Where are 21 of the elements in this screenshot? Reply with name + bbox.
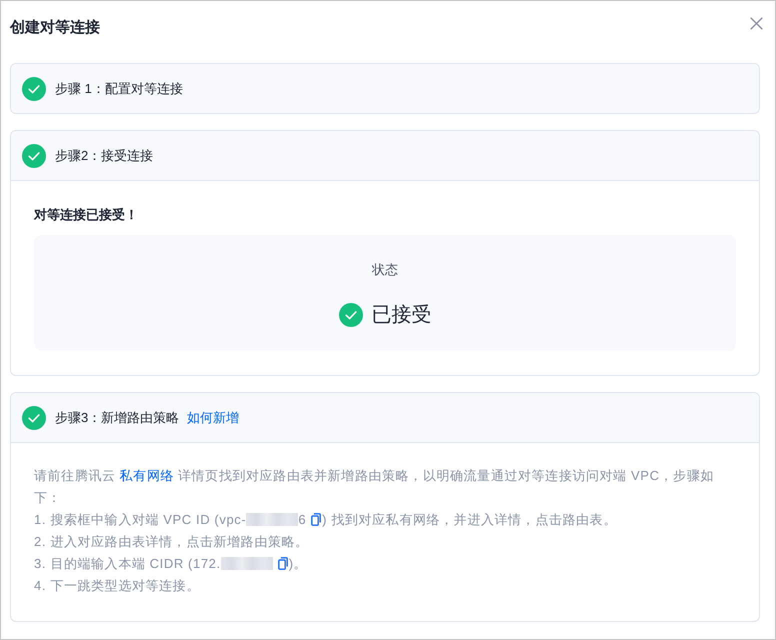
section-heading: 对等连接已接受！ xyxy=(34,206,139,224)
status-value: 已接受 xyxy=(372,303,432,328)
instruction-text: 请前往腾讯云 私有网络 详情页找到对应路由表并新增路由策略，以明确流量通过对等连接访问对端 VPC，步骤如下： xyxy=(34,467,715,507)
step-title: 步骤2：接受连接 xyxy=(55,146,154,164)
instruction-step: 2. 进入对应路由表详情，点击新增路由策略。 xyxy=(34,531,736,553)
redacted-block xyxy=(246,513,298,526)
help-link[interactable]: 如何新增 xyxy=(187,408,240,426)
step-title: 步骤3：新增路由策略 xyxy=(55,408,180,426)
step-title: 步骤 1：配置对等连接 xyxy=(55,80,183,98)
instruction-step: 1. 搜索框中输入对端 VPC ID (vpc- 6 ) 找到对应私有网络，并进入详情，点击路由表。 xyxy=(34,509,736,531)
instruction-step: 3. 目的端输入本端 CIDR (172. )。 xyxy=(34,553,736,575)
copy-icon[interactable] xyxy=(311,513,322,526)
dialog-title: 创建对等连接 xyxy=(10,18,100,38)
check-icon xyxy=(338,303,362,327)
instruction-step: 4. 下一跳类型选对等连接。 xyxy=(34,575,736,597)
close-button[interactable] xyxy=(750,16,763,30)
status-label: 状态 xyxy=(372,261,398,279)
redacted-block xyxy=(220,557,273,570)
vpc-link[interactable]: 私有网络 xyxy=(120,468,174,483)
close-icon xyxy=(750,16,763,30)
copy-icon[interactable] xyxy=(278,557,288,570)
